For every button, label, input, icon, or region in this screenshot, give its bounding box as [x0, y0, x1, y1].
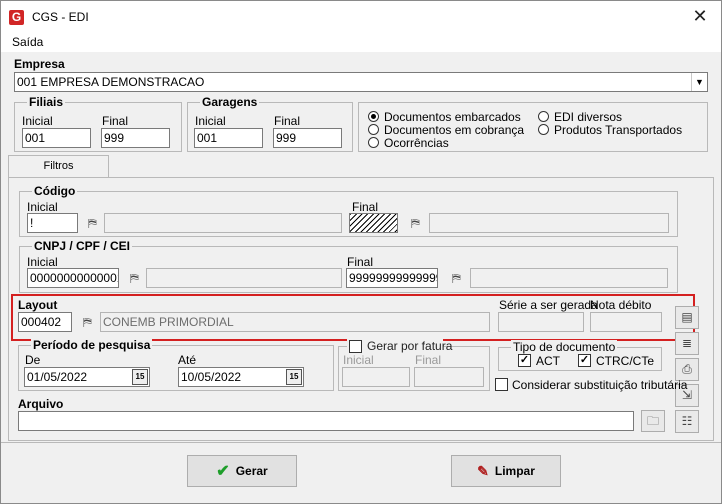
cgs-logo-icon: G	[9, 10, 24, 25]
window-title: CGS - EDI	[32, 10, 89, 24]
radio-produtos-transportados[interactable]	[538, 124, 549, 135]
radio-documentos-cobranca[interactable]	[368, 124, 379, 135]
bottom-separator	[1, 442, 721, 443]
periodo-ate-label: Até	[178, 353, 197, 367]
empresa-select[interactable]: 001 EMPRESA DEMONSTRACAO ▼	[14, 72, 708, 92]
cnpj-final-desc	[470, 268, 668, 288]
fatura-final-label: Final	[415, 353, 442, 367]
codigo-inicial-desc	[104, 213, 342, 233]
codigo-final-label: Final	[352, 200, 379, 214]
radio-label-embarcados: Documentos embarcados	[384, 110, 521, 124]
codigo-final-desc	[429, 213, 669, 233]
garagens-inicial-label: Inicial	[195, 114, 226, 128]
menu-saida[interactable]: Saída	[12, 35, 43, 49]
title-bar: G CGS - EDI ✕	[1, 1, 721, 32]
report-icon[interactable]: ☷	[675, 410, 699, 433]
codigo-title: Código	[32, 184, 78, 198]
radio-label-produtos: Produtos Transportados	[554, 123, 683, 137]
tab-filtros[interactable]: Filtros	[8, 155, 109, 178]
gerar-por-fatura-label: Gerar por fatura	[367, 339, 453, 353]
cnpj-inicial-desc	[146, 268, 342, 288]
layout-highlight-box	[11, 294, 695, 341]
periodo-ate-value: 10/05/2022	[181, 370, 242, 384]
radio-label-cobranca: Documentos em cobrança	[384, 123, 525, 137]
folder-icon[interactable]: 🗀	[641, 410, 665, 432]
binoculars-icon[interactable]: ⛿	[88, 216, 97, 231]
fatura-final-input	[414, 367, 484, 387]
binoculars-icon[interactable]: ⛿	[452, 271, 461, 286]
ctrc-label: CTRC/CTe	[596, 354, 655, 368]
periodo-de-value: 01/05/2022	[27, 370, 88, 384]
act-checkbox[interactable]: ✓	[518, 354, 531, 367]
act-label: ACT	[536, 354, 560, 368]
filiais-final-label: Final	[102, 114, 129, 128]
arquivo-label: Arquivo	[18, 397, 64, 411]
periodo-de-label: De	[25, 353, 41, 367]
limpar-button-label: Limpar	[494, 464, 535, 478]
radio-ocorrencias[interactable]	[368, 137, 379, 148]
tipo-documento-title: Tipo de documento	[511, 340, 618, 354]
stack-icon[interactable]: ≣	[675, 332, 699, 355]
garagens-final-input[interactable]: 999	[273, 128, 342, 148]
garagens-inicial-input[interactable]: 001	[194, 128, 263, 148]
cnpj-final-label: Final	[347, 255, 374, 269]
gerar-button-label: Gerar	[235, 464, 268, 478]
filiais-title: Filiais	[27, 95, 66, 109]
close-button[interactable]: ✕	[685, 4, 715, 30]
substituicao-label: Considerar substituição tributária	[512, 378, 688, 392]
fatura-inicial-label: Inicial	[343, 353, 374, 367]
cnpj-title: CNPJ / CPF / CEI	[32, 239, 133, 253]
gerar-button[interactable]: ✔ Gerar	[187, 455, 297, 487]
periodo-title: Período de pesquisa	[31, 338, 153, 352]
substituicao-checkbox[interactable]	[495, 378, 508, 391]
radio-label-edi: EDI diversos	[554, 110, 623, 124]
check-icon: ✔	[216, 463, 230, 480]
garagens-final-label: Final	[274, 114, 301, 128]
binoculars-icon[interactable]: ⛿	[130, 271, 139, 286]
empresa-value: 001 EMPRESA DEMONSTRACAO	[17, 75, 205, 89]
radio-edi-diversos[interactable]	[538, 111, 549, 122]
filiais-final-input[interactable]: 999	[101, 128, 170, 148]
binoculars-icon[interactable]: ⛿	[411, 216, 420, 231]
radio-documentos-embarcados[interactable]	[368, 111, 379, 122]
codigo-inicial-input[interactable]: !	[27, 213, 78, 233]
menu-bar: Saída	[1, 32, 721, 52]
codigo-final-input[interactable]	[349, 213, 398, 233]
arquivo-input[interactable]	[18, 411, 634, 431]
filiais-inicial-label: Inicial	[22, 114, 53, 128]
codigo-inicial-label: Inicial	[27, 200, 58, 214]
garagens-title: Garagens	[200, 95, 260, 109]
empresa-label: Empresa	[14, 57, 65, 71]
main-window: G CGS - EDI ✕ Saída Empresa 001 EMPRESA …	[0, 0, 722, 504]
calendar-icon[interactable]: 15	[286, 369, 302, 385]
fatura-inicial-input	[342, 367, 410, 387]
cnpj-final-input[interactable]: 99999999999999	[346, 268, 438, 288]
document-icon[interactable]: ▤	[675, 306, 699, 329]
eraser-icon: ✎	[477, 462, 489, 479]
calendar-icon[interactable]: 15	[132, 369, 148, 385]
filiais-inicial-input[interactable]: 001	[22, 128, 91, 148]
radio-label-ocorrencias: Ocorrências	[384, 136, 449, 150]
cnpj-inicial-label: Inicial	[27, 255, 58, 269]
gerar-por-fatura-checkbox[interactable]	[349, 340, 362, 353]
limpar-button[interactable]: ✎ Limpar	[451, 455, 561, 487]
chevron-down-icon[interactable]: ▼	[691, 73, 707, 91]
ctrc-checkbox[interactable]: ✓	[578, 354, 591, 367]
cnpj-inicial-input[interactable]: 00000000000001	[27, 268, 119, 288]
